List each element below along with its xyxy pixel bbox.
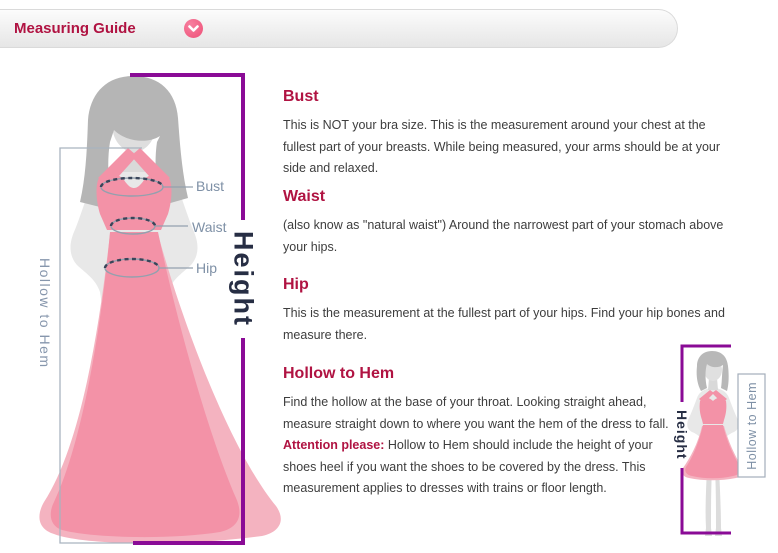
chevron-down-icon[interactable]	[184, 19, 203, 38]
section-waist-heading: Waist	[283, 187, 745, 206]
section-hip-heading: Hip	[283, 275, 745, 294]
hollow-to-hem-vertical-label-small: Hollow to Hem	[738, 374, 765, 477]
height-vertical-label-small: Height	[670, 400, 694, 470]
section-hollow-body: Find the hollow at the base of your thro…	[283, 392, 683, 500]
height-vertical-label-large: Height	[224, 216, 262, 342]
hip-pointer-label: Hip	[196, 260, 217, 276]
section-waist-body: (also know as "natural waist") Around th…	[283, 215, 745, 258]
hollow-body-part1: Find the hollow at the base of your thro…	[283, 395, 669, 431]
section-hip: Hip This is the measurement at the fulle…	[283, 275, 745, 346]
hollow-to-hem-vertical-label-large: Hollow to Hem	[32, 246, 58, 380]
page-title: Measuring Guide	[14, 20, 136, 37]
section-bust-heading: Bust	[283, 87, 745, 106]
bust-pointer-label: Bust	[196, 178, 224, 194]
section-waist: Waist (also know as "natural waist") Aro…	[283, 187, 745, 258]
section-hollow-heading: Hollow to Hem	[283, 364, 683, 383]
chevron-glyph	[188, 25, 199, 33]
section-bust: Bust This is NOT your bra size. This is …	[283, 87, 745, 180]
measuring-guide-page: Measuring Guide	[0, 0, 778, 553]
section-bust-body: This is NOT your bra size. This is the m…	[283, 115, 745, 180]
measuring-guide-header: Measuring Guide	[0, 9, 678, 48]
waist-pointer-label: Waist	[192, 219, 226, 235]
section-hollow-to-hem: Hollow to Hem Find the hollow at the bas…	[283, 364, 683, 500]
attention-please-label: Attention please:	[283, 438, 384, 452]
